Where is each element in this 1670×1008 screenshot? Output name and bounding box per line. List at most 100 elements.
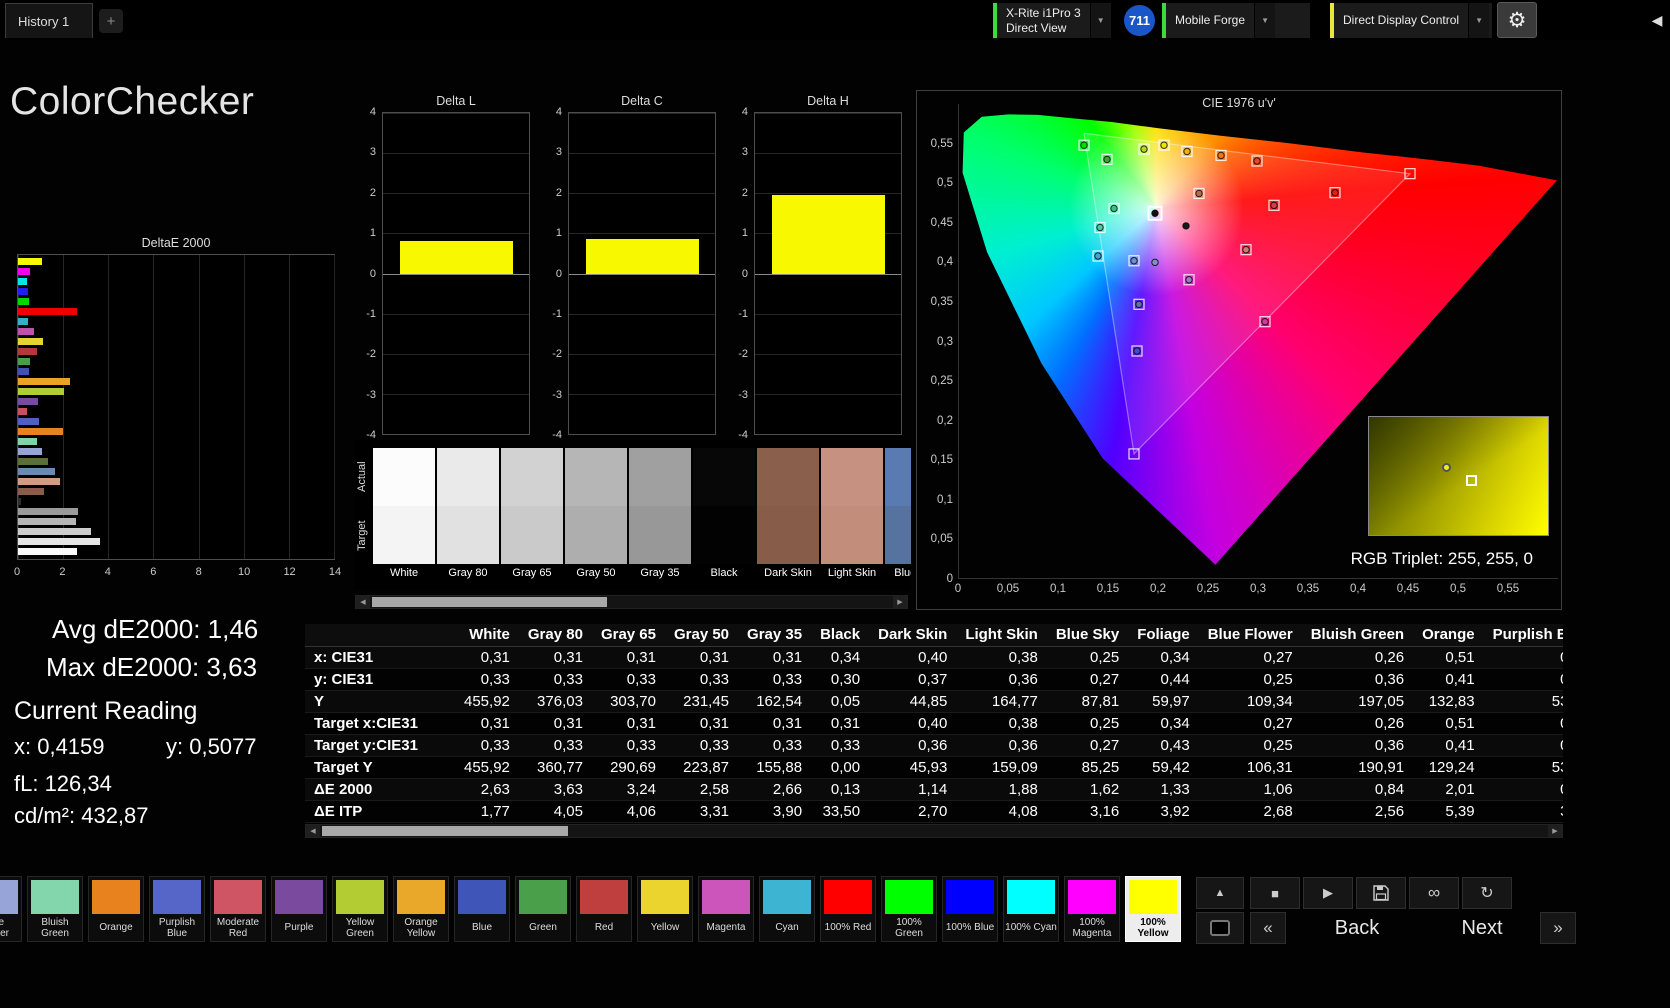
table-row: Y 455,92 376,03 303,70 231,45 162,54 0,05 44,85… <box>305 690 1563 712</box>
collapse-panel-button[interactable]: ◀ <box>1646 8 1668 32</box>
patch-target-swatch <box>501 506 563 564</box>
patch-target-swatch <box>437 506 499 564</box>
expand-up-button[interactable]: ▲ <box>1196 877 1244 909</box>
axis-tick: 1 <box>741 227 748 240</box>
patch-button-purplish-blue[interactable]: Purplish Blue <box>149 876 205 942</box>
patch-button-orange[interactable]: Orange <box>88 876 144 942</box>
table-cell: 0,25 <box>1089 648 1120 666</box>
patch-button-100-cyan[interactable]: 100% Cyan <box>1003 876 1059 942</box>
de-bar <box>18 408 27 415</box>
swatch-color <box>946 880 994 914</box>
next-button[interactable]: Next <box>1432 912 1532 944</box>
color-patch: Dark Skin <box>757 448 819 584</box>
axis-tick: 0,1 <box>937 493 953 506</box>
delta-h-chart: Delta H 4 3 2 1 0 -1 -2 -3 -4 <box>724 94 912 458</box>
axis-tick: 0,3 <box>937 335 953 348</box>
workflow-dropdown[interactable]: Mobile Forge ▼ <box>1162 3 1310 38</box>
patch-button-100-red[interactable]: 100% Red <box>820 876 876 942</box>
patch-button-orange-yellow[interactable]: Orange Yellow <box>393 876 449 942</box>
scrollbar-track[interactable] <box>370 596 893 608</box>
patch-button-red[interactable]: Red <box>576 876 632 942</box>
gridline <box>755 353 901 355</box>
scrollbar-thumb[interactable] <box>322 826 568 836</box>
patch-button-blue-flower[interactable]: Blue Flower <box>0 876 22 942</box>
continuous-read-button[interactable]: ∞ <box>1409 877 1459 909</box>
tab-history-1[interactable]: History 1 <box>5 3 93 38</box>
table-header-cell: Black <box>811 624 870 647</box>
stop-button[interactable]: ■ <box>1250 877 1300 909</box>
back-arrow-button[interactable]: « <box>1250 912 1286 944</box>
patch-target-swatch <box>885 506 911 564</box>
chevron-down-icon[interactable]: ▼ <box>1254 3 1276 38</box>
patch-button-100-yellow[interactable]: 100% Yellow <box>1125 876 1181 942</box>
play-button[interactable]: ▶ <box>1303 877 1353 909</box>
de-bar <box>18 278 28 285</box>
save-button[interactable] <box>1356 877 1406 909</box>
patch-button-100-magenta[interactable]: 100% Magenta <box>1064 876 1120 942</box>
chevron-down-icon[interactable]: ▼ <box>1089 3 1111 38</box>
table-cell: 0,40 <box>918 714 948 732</box>
swatch-color <box>641 880 689 914</box>
scrollbar-thumb[interactable] <box>372 597 608 607</box>
chevron-down-icon[interactable]: ▼ <box>1468 3 1490 38</box>
patch-button-blue[interactable]: Blue <box>454 876 510 942</box>
next-arrow-button[interactable]: » <box>1540 912 1576 944</box>
pattern-preview-button[interactable] <box>1196 912 1244 944</box>
inset-measured-point <box>1442 463 1452 473</box>
swatch-color <box>458 880 506 914</box>
axis-tick: 0,35 <box>1296 583 1320 595</box>
meter-dropdown[interactable]: X-Rite i1Pro 3 Direct View ▼ <box>993 3 1111 38</box>
scroll-left-icon[interactable]: ◀ <box>306 825 320 837</box>
swatch-color <box>336 880 384 914</box>
repeat-measure-button[interactable]: ↻ <box>1462 877 1512 909</box>
row-label: Target x:CIE31 <box>314 714 418 732</box>
row-label: Target Y <box>314 758 373 776</box>
patch-list: White Gray 80 Gray 65 Gray 50 Gray 35 Black Da… <box>373 448 911 584</box>
gridline <box>755 393 901 395</box>
scroll-right-icon[interactable]: ▶ <box>1548 825 1562 837</box>
row-label: y: CIE31 <box>314 670 374 688</box>
patch-button-purple[interactable]: Purple <box>271 876 327 942</box>
patch-strip-scrollbar[interactable]: ◀ ▶ <box>355 595 908 609</box>
display-control-dropdown[interactable]: Direct Display Control ▼ <box>1330 3 1492 38</box>
bottom-bar: Blue Flower Bluish Green Orange Purplish Bl… <box>0 876 1670 946</box>
table-cell: 0,33 <box>699 736 730 754</box>
table-cell: 106,31 <box>1246 758 1293 776</box>
patch-label: Gray 65 <box>512 567 552 579</box>
patch-button-moderate-red[interactable]: Moderate Red <box>210 876 266 942</box>
patch-button-cyan[interactable]: Cyan <box>759 876 815 942</box>
add-tab-button[interactable]: + <box>99 9 123 33</box>
refresh-icon: ↻ <box>1480 885 1494 902</box>
patch-button-100-blue[interactable]: 100% Blue <box>942 876 998 942</box>
swatch-label: Magenta <box>706 922 746 933</box>
table-cell: 132,83 <box>1428 692 1475 710</box>
table-header-cell: Purplish Blue <box>1483 624 1563 647</box>
table-cell: 1,77 <box>480 802 510 820</box>
settings-button[interactable]: ⚙ <box>1497 2 1537 38</box>
scroll-left-icon[interactable]: ◀ <box>356 596 370 608</box>
table-cell: 0,31 <box>480 648 510 666</box>
patch-button-100-green[interactable]: 100% Green <box>881 876 937 942</box>
gridline <box>569 353 715 355</box>
axis-tick: 2 <box>59 566 66 578</box>
table-cell: 0,41 <box>1445 736 1475 754</box>
chevron-double-right-icon: » <box>1553 918 1563 937</box>
table-cell: 0,36 <box>1374 670 1405 688</box>
table-scrollbar[interactable]: ◀ ▶ <box>305 824 1563 838</box>
table-cell: 0,13 <box>830 780 861 798</box>
patch-button-bluish-green[interactable]: Bluish Green <box>27 876 83 942</box>
scrollbar-track[interactable] <box>320 825 1548 837</box>
patch-button-yellow-green[interactable]: Yellow Green <box>332 876 388 942</box>
scroll-right-icon[interactable]: ▶ <box>893 596 907 608</box>
table-header-cell: Bluish Green <box>1301 624 1414 647</box>
delta-y-axis: 4 3 2 1 0 -1 -2 -3 -4 <box>724 106 751 441</box>
row-label: Target y:CIE31 <box>314 736 418 754</box>
table-row: Target x:CIE31 0,31 0,31 0,31 0,31 0,31 0,31 0,… <box>305 712 1563 734</box>
patch-button-green[interactable]: Green <box>515 876 571 942</box>
back-button[interactable]: Back <box>1292 912 1422 944</box>
patch-actual-swatch <box>501 448 563 506</box>
patch-button-magenta[interactable]: Magenta <box>698 876 754 942</box>
play-icon: ▶ <box>1323 885 1333 900</box>
patch-button-yellow[interactable]: Yellow <box>637 876 693 942</box>
table-cell: 0,34 <box>830 648 861 666</box>
